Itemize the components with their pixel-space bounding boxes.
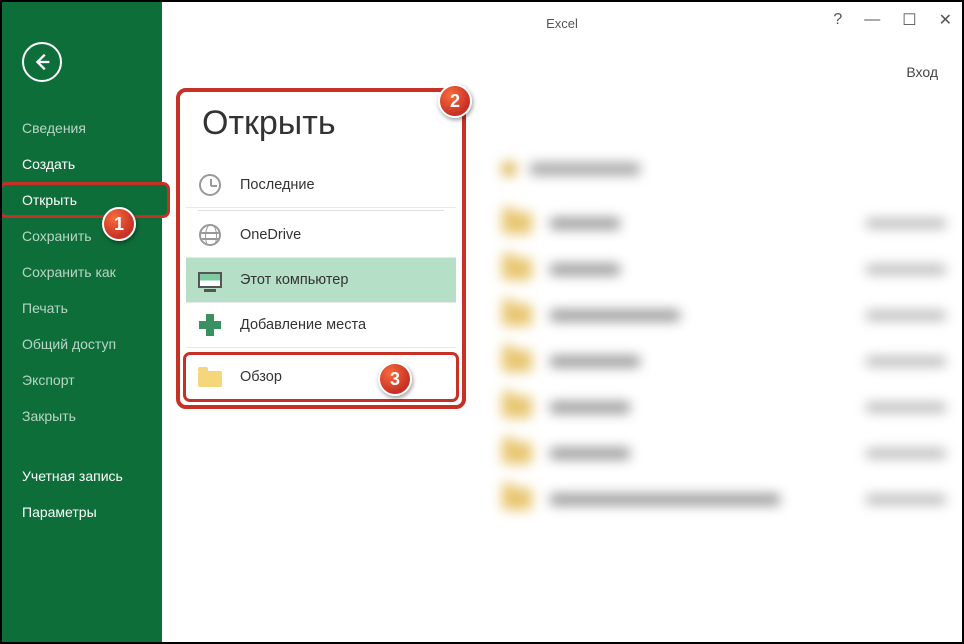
location-label: Последние [240, 177, 315, 193]
location-browse[interactable]: Обзор [183, 352, 459, 402]
file-list-blurred [502, 152, 946, 626]
annotation-badge-1: 1 [102, 207, 136, 241]
divider [198, 210, 444, 211]
back-button[interactable] [22, 42, 62, 82]
nav-close[interactable]: Закрыть [2, 398, 162, 434]
location-recent[interactable]: Последние [186, 163, 456, 208]
title-bar: Excel ? — ☐ ✕ [162, 2, 962, 44]
backstage-sidebar: Сведения Создать Открыть Сохранить Сохра… [2, 2, 162, 642]
location-add-place[interactable]: Добавление места [186, 303, 456, 348]
nav-export[interactable]: Экспорт [2, 362, 162, 398]
nav-open[interactable]: Открыть [0, 182, 170, 218]
nav-save[interactable]: Сохранить [2, 218, 162, 254]
nav-print[interactable]: Печать [2, 290, 162, 326]
minimize-button[interactable]: — [864, 11, 880, 29]
nav-new[interactable]: Создать [2, 146, 162, 182]
maximize-button[interactable]: ☐ [902, 10, 916, 30]
open-panel: Открыть Последние OneDrive Этот компьюте… [176, 88, 466, 409]
help-button[interactable]: ? [833, 11, 842, 29]
location-label: Обзор [240, 369, 282, 385]
nav-share[interactable]: Общий доступ [2, 326, 162, 362]
nav-info[interactable]: Сведения [2, 110, 162, 146]
sign-in-link[interactable]: Вход [906, 64, 938, 80]
location-this-pc[interactable]: Этот компьютер [186, 258, 456, 303]
globe-icon [198, 223, 222, 247]
window-controls: ? — ☐ ✕ [833, 10, 952, 30]
app-window: Сведения Создать Открыть Сохранить Сохра… [0, 0, 964, 644]
location-label: OneDrive [240, 227, 301, 243]
clock-icon [198, 173, 222, 197]
computer-icon [198, 268, 222, 292]
nav-list: Сведения Создать Открыть Сохранить Сохра… [2, 110, 162, 530]
nav-save-as[interactable]: Сохранить как [2, 254, 162, 290]
location-label: Этот компьютер [240, 272, 348, 288]
annotation-badge-2: 2 [438, 84, 472, 118]
nav-account[interactable]: Учетная запись [2, 458, 162, 494]
plus-icon [198, 313, 222, 337]
location-onedrive[interactable]: OneDrive [186, 213, 456, 258]
content-area: Excel ? — ☐ ✕ Вход Открыть Последние One… [162, 2, 962, 642]
close-button[interactable]: ✕ [939, 10, 952, 30]
location-label: Добавление места [240, 317, 366, 333]
arrow-left-icon [31, 51, 53, 73]
open-heading: Открыть [202, 104, 456, 143]
nav-options[interactable]: Параметры [2, 494, 162, 530]
folder-open-icon [198, 365, 222, 389]
annotation-badge-3: 3 [378, 362, 412, 396]
